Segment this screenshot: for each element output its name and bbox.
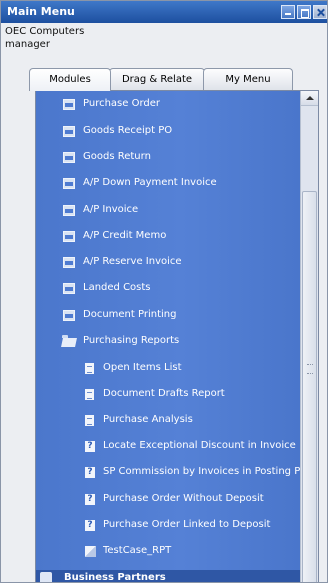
report-item-label: Purchase Order Without Deposit — [103, 493, 264, 504]
report-item-open-items-list[interactable]: Open Items List — [36, 355, 300, 381]
report-item-label: TestCase_RPT — [103, 545, 172, 556]
report-item-label: Purchase Analysis — [103, 414, 193, 425]
tab-my-menu[interactable]: My Menu — [203, 68, 293, 90]
menu-item-label: A/P Down Payment Invoice — [83, 177, 217, 188]
query-icon: ? — [85, 494, 95, 505]
scroll-thumb[interactable] — [302, 191, 317, 582]
minimize-icon[interactable] — [281, 5, 295, 19]
form-icon — [63, 152, 75, 163]
menu-item-label: Goods Receipt PO — [83, 125, 173, 136]
report-item-label: Open Items List — [103, 362, 182, 373]
form-icon — [63, 283, 75, 294]
report-icon — [85, 389, 94, 400]
form-icon — [63, 205, 75, 216]
menu-item-ap-down-payment-invoice[interactable]: A/P Down Payment Invoice — [36, 170, 300, 196]
menu-item-label: Purchase Order — [83, 98, 161, 109]
vertical-scrollbar[interactable] — [300, 91, 318, 582]
report-item-purchase-analysis[interactable]: Purchase Analysis — [36, 407, 300, 433]
menu-item-ap-reserve-invoice[interactable]: A/P Reserve Invoice — [36, 249, 300, 275]
company-name: OEC Computers — [5, 26, 85, 37]
report-icon — [85, 363, 94, 374]
tab-drag-relate[interactable]: Drag & Relate — [109, 68, 205, 90]
window-title: Main Menu — [7, 5, 75, 18]
module-business-partners[interactable]: Business Partners — [36, 570, 300, 583]
form-icon — [63, 178, 75, 189]
module-tree: Purchase Order Goods Receipt PO Goods Re… — [36, 91, 300, 582]
report-item-testcase-rpt[interactable]: TestCase_RPT — [36, 538, 300, 564]
form-icon — [63, 99, 75, 110]
report-item-label: Purchase Order Linked to Deposit — [103, 519, 271, 530]
menu-item-label: Goods Return — [83, 151, 151, 162]
menu-folder-label: Purchasing Reports — [83, 335, 180, 346]
report-item-po-linked-to-deposit[interactable]: ? Purchase Order Linked to Deposit — [36, 512, 300, 538]
menu-item-ap-credit-memo[interactable]: A/P Credit Memo — [36, 223, 300, 249]
tab-my-menu-label: My Menu — [225, 74, 271, 85]
query-icon: ? — [85, 467, 95, 478]
title-bar[interactable]: Main Menu — [1, 1, 327, 23]
menu-item-document-printing[interactable]: Document Printing — [36, 302, 300, 328]
open-folder-icon — [62, 335, 76, 347]
business-partners-icon — [40, 572, 52, 582]
crystal-report-icon — [85, 546, 96, 557]
menu-item-landed-costs[interactable]: Landed Costs — [36, 275, 300, 301]
query-icon: ? — [85, 520, 95, 531]
menu-item-label: A/P Reserve Invoice — [83, 256, 182, 267]
menu-item-goods-return[interactable]: Goods Return — [36, 144, 300, 170]
tab-modules-label: Modules — [49, 74, 91, 85]
menu-item-ap-invoice[interactable]: A/P Invoice — [36, 197, 300, 223]
menu-item-label: Document Printing — [83, 309, 177, 320]
report-item-document-drafts-report[interactable]: Document Drafts Report — [36, 381, 300, 407]
form-icon — [63, 126, 75, 137]
report-item-label: Locate Exceptional Discount in Invoice — [103, 440, 296, 451]
query-icon: ? — [85, 441, 95, 452]
menu-tabs: Modules Drag & Relate My Menu — [29, 68, 299, 91]
menu-item-label: A/P Credit Memo — [83, 230, 167, 241]
report-item-sp-commission[interactable]: ? SP Commission by Invoices in Posting P… — [36, 459, 300, 485]
report-item-po-without-deposit[interactable]: ? Purchase Order Without Deposit — [36, 486, 300, 512]
report-icon — [85, 415, 94, 426]
form-icon — [63, 231, 75, 242]
report-item-label: SP Commission by Invoices in Posting Per… — [103, 466, 300, 477]
tab-drag-relate-label: Drag & Relate — [121, 74, 193, 85]
close-icon[interactable] — [313, 5, 327, 19]
menu-item-label: Landed Costs — [83, 282, 151, 293]
maximize-icon[interactable] — [297, 5, 311, 19]
user-name: manager — [5, 39, 50, 50]
tab-modules[interactable]: Modules — [29, 68, 111, 91]
scroll-up-icon[interactable] — [301, 91, 318, 106]
form-icon — [63, 310, 75, 321]
grip-icon — [307, 364, 313, 374]
menu-item-purchase-order[interactable]: Purchase Order — [36, 91, 300, 117]
report-item-label: Document Drafts Report — [103, 388, 225, 399]
menu-item-goods-receipt-po[interactable]: Goods Receipt PO — [36, 118, 300, 144]
report-item-locate-exceptional-discount[interactable]: ? Locate Exceptional Discount in Invoice — [36, 433, 300, 459]
form-icon — [63, 257, 75, 268]
module-label: Business Partners — [64, 572, 166, 583]
window-controls — [281, 5, 327, 19]
main-menu-window: Main Menu OEC Computers manager Modules … — [0, 0, 328, 583]
menu-item-label: A/P Invoice — [83, 204, 139, 215]
menu-folder-purchasing-reports[interactable]: Purchasing Reports — [36, 328, 300, 354]
